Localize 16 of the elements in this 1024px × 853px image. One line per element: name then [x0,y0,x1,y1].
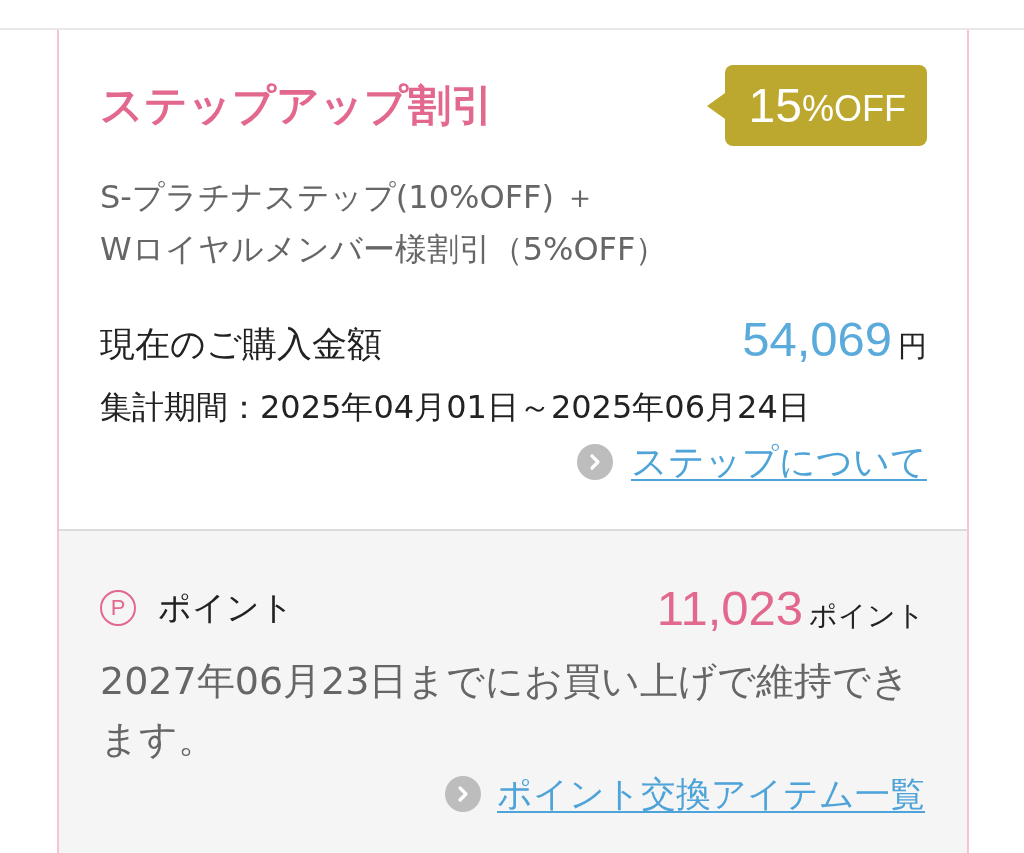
discount-detail: Wロイヤルメンバー様割引（5%OFF） [100,229,669,270]
points-unit: ポイント [809,598,925,634]
chevron-circle-icon [445,776,481,812]
currency-unit: 円 [898,328,927,365]
points-amount: 11,023 [656,580,803,637]
period-text: 集計期間：2025年04月01日～2025年06月24日 [100,387,811,427]
points-exchange-link[interactable]: ポイント交換アイテム一覧 [497,772,925,816]
purchase-amount: 54,069 [742,311,892,368]
section-title: ステップアップ割引 [100,79,494,132]
points-label: ポイント [158,586,294,629]
points-expiry-note: 2027年06月23日までにお買い上げで維持できます。 [100,658,912,763]
chevron-circle-icon [577,444,613,480]
point-icon: P [100,590,136,626]
step-info-link[interactable]: ステップについて [631,440,927,484]
purchase-label: 現在のご購入金額 [100,323,382,366]
discount-detail: S-プラチナステップ(10%OFF) ＋ [100,177,598,218]
